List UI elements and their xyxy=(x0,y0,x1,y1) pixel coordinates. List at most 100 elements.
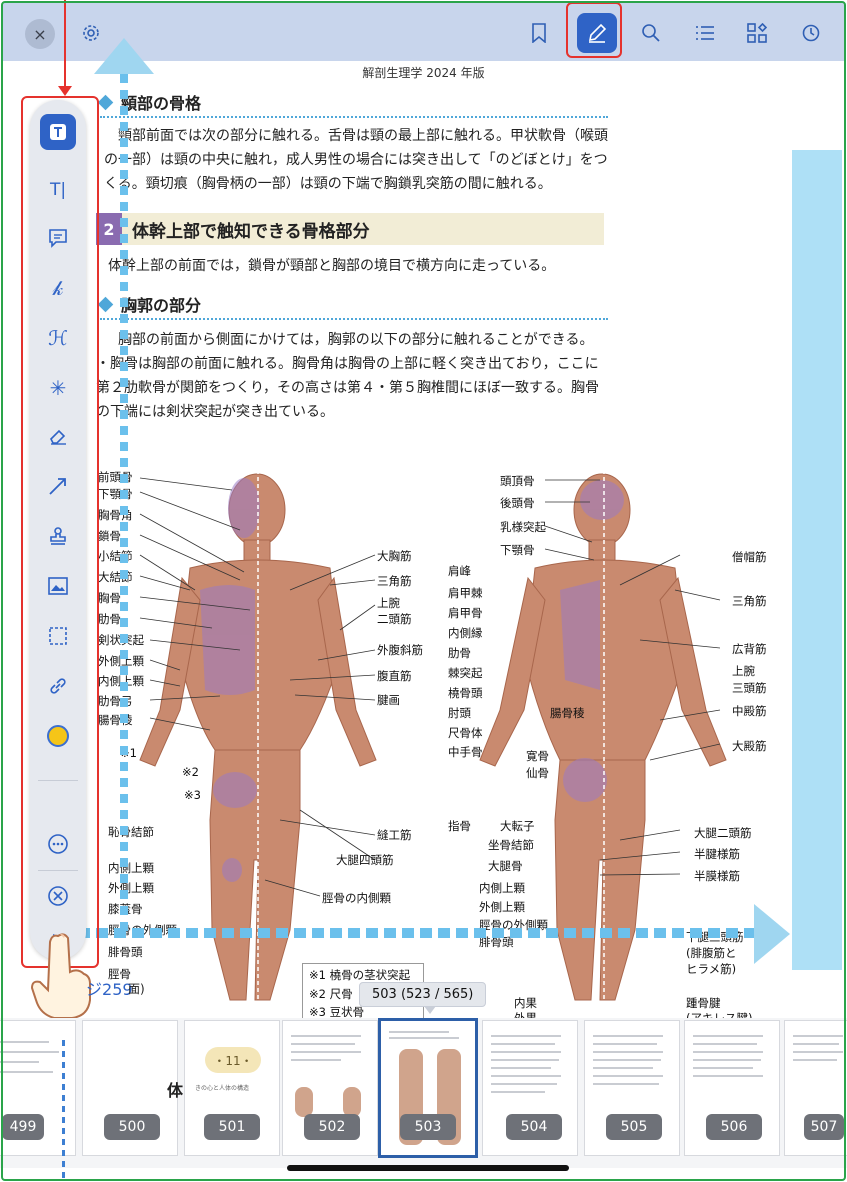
footnote-1: ※1 橈骨の茎状突起 xyxy=(309,968,411,982)
label-note-2: ※2 xyxy=(182,765,199,779)
label-trapezius: 僧帽筋 xyxy=(732,550,767,564)
vertical-guide-line xyxy=(120,74,128,934)
callout-arrow-line xyxy=(64,0,66,88)
label-iliac-crest-back: 腸骨稜 xyxy=(550,706,585,720)
label-parietal: 頭頂骨 xyxy=(500,474,535,488)
list-icon[interactable] xyxy=(685,13,725,53)
label-external-oblique: 外腹斜筋 xyxy=(377,643,423,657)
tooltip-pointer-icon xyxy=(424,1006,436,1014)
thumbnail-page-number: 500 xyxy=(104,1114,160,1140)
thumbnail-page-number: 505 xyxy=(606,1114,662,1140)
label-occipital: 後頭骨 xyxy=(500,496,535,510)
label-medial-epicondyle-leg: 内側上顆 xyxy=(108,861,154,875)
label-medial-condyle-tibia: 脛骨の内側顆 xyxy=(322,891,391,905)
label-clavicle: 鎖骨 xyxy=(98,529,121,543)
label-scapula: 肩甲骨 xyxy=(448,606,483,620)
label-deltoid: 三角筋 xyxy=(377,574,412,588)
thumbnail-page-number: 507 xyxy=(804,1114,844,1140)
thumbnail-page-number: 501 xyxy=(204,1114,260,1140)
thumbnail-page-number: 506 xyxy=(706,1114,762,1140)
close-icon[interactable]: × xyxy=(25,19,55,49)
toolbar-highlight-outline xyxy=(21,96,99,968)
label-spinous-process: 棘突起 xyxy=(448,666,483,680)
label-pectoralis-major: 大胸筋 xyxy=(377,549,412,563)
thumbnail-page-number-current: 503 xyxy=(400,1114,456,1140)
label-hip-bone: 寛骨 xyxy=(526,749,549,763)
chapter-heading: 2 体幹上部で触知できる骨格部分 xyxy=(96,213,604,245)
diamond-bullet-icon xyxy=(97,296,114,312)
guide-arrow-up-icon xyxy=(94,38,154,74)
label-greater-trochanter: 大転子 xyxy=(500,819,535,833)
label-note-3: ※3 xyxy=(184,788,201,802)
label-pubic-tubercle: 恥骨結節 xyxy=(108,825,154,839)
history-icon[interactable] xyxy=(791,13,831,53)
label-latissimus: 広背筋 xyxy=(732,642,767,656)
label-semitendinosus: 半腱様筋 xyxy=(694,847,740,861)
thumbnail-strip: 体 ・11・ きの心と人体の構造 xyxy=(0,1018,847,1168)
label-upper-arm: 上腕 xyxy=(377,596,400,610)
label-upper-arm-back: 上腕 xyxy=(732,664,755,678)
horizontal-guide-line xyxy=(60,928,760,938)
label-gluteus-maximus: 大殿筋 xyxy=(732,739,767,753)
guide-arrow-right-icon xyxy=(754,904,790,964)
label-triceps: 三頭筋 xyxy=(732,681,767,695)
label-gastrocnemius: (腓腹筋と xyxy=(686,946,737,960)
thumbnail-page-number: 499 xyxy=(2,1114,44,1140)
label-tendinous-intersection: 腱画 xyxy=(377,693,400,707)
label-sartorius: 縫工筋 xyxy=(377,828,412,842)
label-biceps: 二頭筋 xyxy=(377,612,412,626)
dotted-rule xyxy=(100,318,608,320)
paragraph-thorax-1: 胸部の前面から側面にかけては，胸郭の以下の部分に触れることができる。 xyxy=(118,332,594,348)
label-medial-malleolus: 内果 xyxy=(514,996,537,1010)
label-soleus: ヒラメ筋) xyxy=(686,962,737,976)
paragraph-neck: 頸部前面では次の部分に触れる。舌骨は頸の最上部に触れる。甲状軟骨（喉頭の一部）は… xyxy=(104,128,608,192)
thumbnail-page-number: 504 xyxy=(506,1114,562,1140)
label-lateral-epicondyle-back: 外側上顆 xyxy=(479,900,525,914)
label-acromion: 肩峰 xyxy=(448,564,471,578)
label-femur: 大腿骨 xyxy=(488,859,523,873)
label-phalanges: 指骨 xyxy=(448,819,471,833)
page-position-tooltip: 503 (523 / 565) xyxy=(359,982,487,1007)
diamond-bullet-icon xyxy=(97,94,114,110)
bookmark-icon[interactable] xyxy=(519,13,559,53)
label-biceps-femoris: 大腿二頭筋 xyxy=(694,826,752,840)
home-indicator[interactable] xyxy=(287,1165,569,1171)
page-reference-link[interactable]: ジ259 xyxy=(86,976,133,1000)
label-deltoid-back: 三角筋 xyxy=(732,594,767,608)
grid-icon[interactable] xyxy=(737,13,777,53)
scroll-guide-band xyxy=(792,150,842,970)
label-rectus-abdominis: 腹直筋 xyxy=(377,669,412,683)
thumbnail-subtitle: きの心と人体の構造 xyxy=(195,1085,250,1092)
callout-arrow-head-icon xyxy=(58,86,72,96)
label-calcaneal-tendon: 踵骨腱 xyxy=(686,996,721,1010)
scroll-position-guide xyxy=(62,1040,65,1182)
label-mastoid: 乳様突起 xyxy=(500,520,546,534)
label-lateral-epicondyle-leg: 外側上顆 xyxy=(108,881,154,895)
paragraph-thorax-2: ・胸骨は胸部の前面に触れる。胸骨角は胸骨の上部に軽く突き出ており，ここに第２肋軟… xyxy=(96,356,600,420)
paragraph-upper-trunk: 体幹上部の前面では，鎖骨が頸部と胸部の境目で横方向に走っている。 xyxy=(108,258,556,274)
label-semimembranosus: 半膜様筋 xyxy=(694,869,740,883)
page-reference-suffix: 面) xyxy=(128,982,145,996)
label-medial-border: 内側縁 xyxy=(448,626,483,640)
dotted-rule xyxy=(100,116,608,118)
label-mandible-back: 下顎骨 xyxy=(500,543,535,557)
label-rib-back: 肋骨 xyxy=(448,646,471,660)
label-sternum: 胸骨 xyxy=(98,591,121,605)
label-medial-epicondyle-back: 内側上顆 xyxy=(479,881,525,895)
footnote-2: ※2 尺骨 xyxy=(309,987,353,1001)
chapter-number: 2 xyxy=(96,213,122,245)
label-metacarpal: 中手骨 xyxy=(448,745,483,759)
label-rib: 肋骨 xyxy=(98,612,121,626)
thumbnail-page-number: 502 xyxy=(304,1114,360,1140)
search-icon[interactable] xyxy=(631,13,671,53)
chapter-badge: ・11・ xyxy=(205,1047,261,1073)
section-heading-neck: 頸部の骨格 xyxy=(97,90,201,114)
label-ulna-shaft: 尺骨体 xyxy=(448,726,483,740)
label-sacrum: 仙骨 xyxy=(526,766,549,780)
label-quadriceps: 大腿四頭筋 xyxy=(336,853,394,867)
label-radial-head: 橈骨頭 xyxy=(448,686,483,700)
pen-highlight-outline xyxy=(566,2,622,58)
chapter-title: 体幹上部で触知できる骨格部分 xyxy=(132,221,370,242)
label-ischial-tuberosity: 坐骨結節 xyxy=(488,838,534,852)
label-fibular-head: 腓骨頭 xyxy=(108,945,143,959)
